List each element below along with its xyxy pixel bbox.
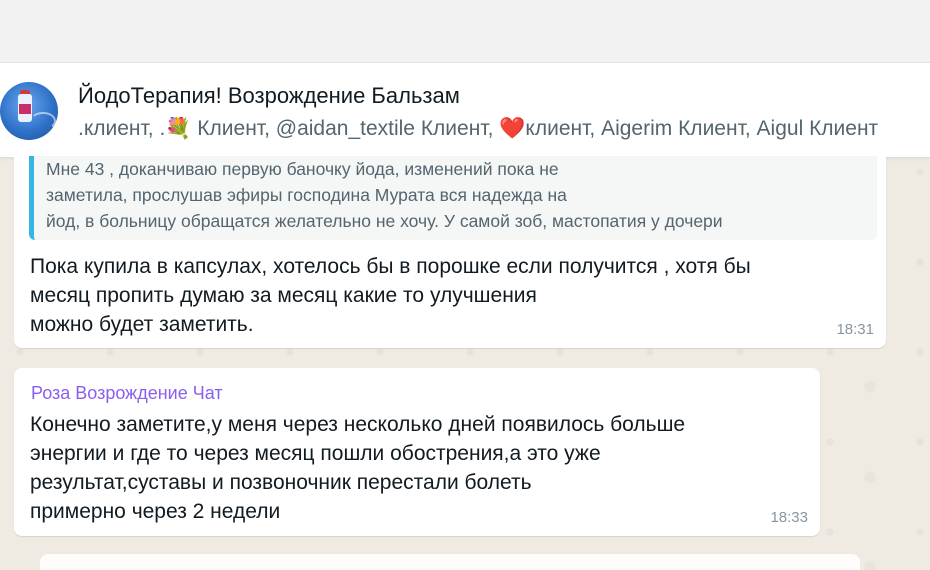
avatar-swirl (30, 112, 56, 130)
message-text: Пока купила в капсулах, хотелось бы в по… (30, 252, 751, 339)
message-text: Конечно заметите,у меня через несколько … (30, 410, 685, 526)
message-bubble[interactable]: Роза Возрождение Чат Конечно заметите,у … (14, 368, 820, 536)
message-bubble[interactable]: Мне 43 , доканчиваю первую баночку йода,… (14, 156, 886, 348)
message-line: месяц пропить думаю за месяц какие то ул… (30, 284, 537, 307)
chat-title[interactable]: ЙодоТерапия! Возрождение Бальзам (78, 83, 460, 109)
quoted-line: йод, в больницу обращатся желательно не … (46, 211, 723, 231)
chat-participants[interactable]: .клиент, .💐 Клиент, @aidan_textile Клиен… (78, 117, 930, 141)
message-line: энергии и где то через месяц пошли обост… (30, 442, 601, 465)
message-timestamp: 18:33 (770, 509, 808, 526)
next-message-edge (40, 554, 860, 570)
quoted-line: Мне 43 , доканчиваю первую баночку йода,… (46, 159, 559, 179)
message-timestamp: 18:31 (836, 321, 874, 338)
sender-name[interactable]: Роза Возрождение Чат (31, 383, 223, 404)
avatar-bottle-label (19, 104, 31, 114)
quoted-message[interactable]: Мне 43 , доканчиваю первую баночку йода,… (29, 156, 877, 240)
window-top-bar (0, 0, 930, 62)
message-line: примерно через 2 недели (30, 500, 281, 523)
quoted-text: Мне 43 , доканчиваю первую баночку йода,… (46, 156, 866, 234)
message-line: Конечно заметите,у меня через несколько … (30, 413, 686, 436)
group-avatar-icon[interactable] (0, 82, 58, 140)
message-line: Пока купила в капсулах, хотелось бы в по… (30, 255, 751, 278)
quoted-line: заметила, прослушав эфиры господина Мура… (46, 185, 567, 205)
chat-header[interactable]: ЙодоТерапия! Возрождение Бальзам .клиент… (0, 62, 930, 158)
message-line: можно будет заметить. (30, 313, 254, 336)
message-line: результат,суставы и позвоночник перестал… (30, 471, 532, 494)
